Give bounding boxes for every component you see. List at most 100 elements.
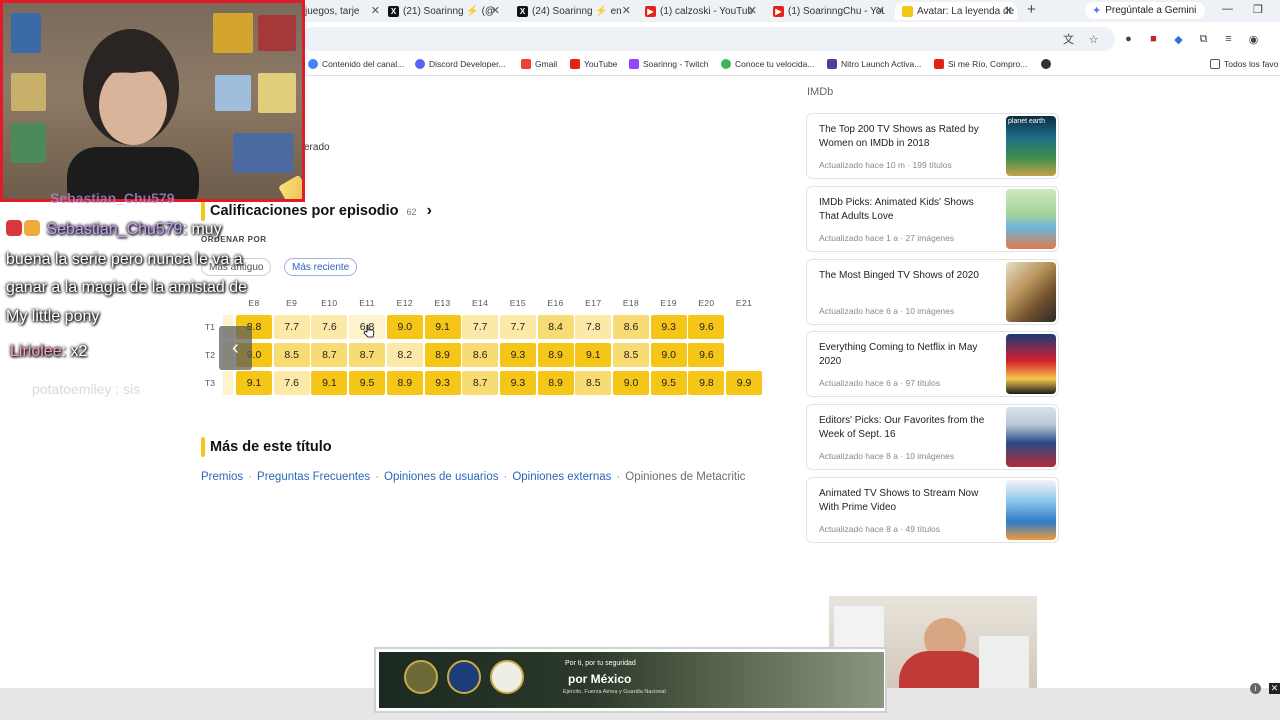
- minimize-window-icon[interactable]: —: [1222, 3, 1233, 15]
- bookmark-discord[interactable]: Discord Developer...: [415, 59, 506, 69]
- link-metacritic[interactable]: Opiniones de Metacritic: [625, 471, 745, 483]
- rating-cell[interactable]: 8.7: [311, 343, 348, 367]
- rating-cell[interactable]: 8.5: [273, 343, 310, 367]
- rating-cell[interactable]: 8.4: [537, 315, 574, 339]
- rating-cell[interactable]: 8.6: [613, 315, 649, 339]
- tab-imdb-avatar[interactable]: Avatar: La leyenda de ✕: [895, 2, 1017, 20]
- rating-cell[interactable]: 8.7: [462, 371, 499, 395]
- list-card[interactable]: Everything Coming to Netflix in May 2020…: [806, 331, 1059, 397]
- rating-cell[interactable]: 9.3: [499, 343, 536, 367]
- close-tab-icon[interactable]: ✕: [622, 4, 631, 17]
- all-bookmarks-folder[interactable]: Todos los favo: [1210, 59, 1278, 69]
- tab-youtube-calzoski[interactable]: ▶ (1) calzoski - YouTub ✕: [645, 2, 757, 20]
- ad-close-icon[interactable]: ✕: [1269, 683, 1280, 694]
- rating-cell[interactable]: 8.2: [386, 343, 423, 367]
- close-tab-icon[interactable]: ✕: [748, 4, 757, 17]
- ad-banner-mexico[interactable]: Por ti, por tu seguridad por México Ejér…: [374, 647, 887, 713]
- rating-cell[interactable]: 9.0: [613, 371, 649, 395]
- bookmark-speedtest[interactable]: Conoce tu velocida...: [721, 59, 814, 69]
- rating-cell[interactable]: 9.3: [499, 371, 536, 395]
- episode-ratings-header[interactable]: Calificaciones por episodio 62 ›: [201, 201, 432, 221]
- list-card[interactable]: Editors' Picks: Our Favorites from the W…: [806, 404, 1059, 470]
- bookmark-contenido[interactable]: Contenido del canal...: [308, 59, 404, 69]
- rating-cell[interactable]: 8.5: [613, 343, 649, 367]
- folder-icon: [1210, 59, 1220, 69]
- list-meta: Actualizado hace 6 a · 97 títulos: [819, 378, 940, 388]
- sidebar-imdb-label: IMDb: [807, 86, 834, 98]
- list-meta: Actualizado hace 8 a · 49 títulos: [819, 524, 940, 534]
- rating-cell[interactable]: 9.6: [688, 343, 725, 367]
- scroll-left-button[interactable]: ‹: [219, 326, 252, 370]
- rating-cell[interactable]: 9.1: [424, 315, 461, 339]
- bookmark-youtube[interactable]: YouTube: [570, 59, 617, 69]
- rating-cell[interactable]: 9.0: [650, 343, 687, 367]
- bookmark-globe[interactable]: [1041, 59, 1055, 69]
- extension-blue-icon[interactable]: ◆: [1172, 33, 1185, 46]
- rating-cell[interactable]: 8.9: [537, 371, 574, 395]
- sort-recent-chip[interactable]: Más reciente: [284, 258, 358, 276]
- rating-cell[interactable]: 9.1: [575, 343, 612, 367]
- rating-cell[interactable]: 8.9: [386, 371, 423, 395]
- list-card[interactable]: The Top 200 TV Shows as Rated by Women o…: [806, 113, 1059, 179]
- rating-cell[interactable]: 9.0: [386, 315, 423, 339]
- bookmark-si-me-rio[interactable]: Si me Río, Compro...: [934, 59, 1027, 69]
- link-faq[interactable]: Preguntas Frecuentes: [257, 471, 370, 483]
- extension-record-icon[interactable]: ●: [1122, 33, 1135, 46]
- rating-cell[interactable]: 9.3: [650, 315, 687, 339]
- close-tab-icon[interactable]: ✕: [876, 4, 885, 17]
- rating-cell[interactable]: 7.7: [499, 315, 536, 339]
- seal-icon: [490, 660, 524, 694]
- tab-juegos[interactable]: juegos, tarje ✕: [305, 2, 380, 20]
- tab-youtube-soarinngchu[interactable]: ▶ (1) SoarinngChu - You ✕: [773, 2, 885, 20]
- list-card[interactable]: IMDb Picks: Animated Kids' Shows That Ad…: [806, 186, 1059, 252]
- rating-cell[interactable]: 8.5: [575, 371, 612, 395]
- rating-cell[interactable]: 9.9: [726, 371, 763, 395]
- close-tab-icon[interactable]: ✕: [1004, 4, 1013, 17]
- ad-info-icon[interactable]: i: [1250, 683, 1261, 694]
- rating-cell[interactable]: 7.6: [273, 371, 310, 395]
- link-user-reviews[interactable]: Opiniones de usuarios: [384, 471, 498, 483]
- bookmark-gmail[interactable]: Gmail: [521, 59, 557, 69]
- list-meta: Actualizado hace 6 a · 10 imágenes: [819, 306, 955, 316]
- rating-cell[interactable]: 8.9: [424, 343, 461, 367]
- media-controls-icon[interactable]: ≡: [1222, 33, 1235, 46]
- url-omnibox[interactable]: [300, 27, 1115, 51]
- rating-cell[interactable]: 8.7: [349, 343, 386, 367]
- extension-red-icon[interactable]: ■: [1147, 33, 1160, 46]
- rating-cell[interactable]: 7.7: [462, 315, 499, 339]
- bookmark-twitch[interactable]: Soarinng - Twitch: [629, 59, 709, 69]
- rating-cell[interactable]: 7.6: [311, 315, 348, 339]
- rating-cell[interactable]: 9.6: [688, 315, 725, 339]
- rating-cell[interactable]: 9.1: [311, 371, 348, 395]
- chevron-right-icon[interactable]: ›: [427, 202, 432, 220]
- new-tab-button[interactable]: +: [1027, 1, 1036, 18]
- rating-cell[interactable]: 7.8: [575, 315, 612, 339]
- rating-cell[interactable]: 9.5: [349, 371, 386, 395]
- bookmark-nitro[interactable]: Nitro Launch Activa...: [827, 59, 921, 69]
- rating-cell[interactable]: 9.1: [236, 371, 272, 395]
- tab-x-soarinng-1[interactable]: X (21) Soarinng ⚡ (@ ✕: [388, 2, 500, 20]
- list-card[interactable]: Animated TV Shows to Stream Now With Pri…: [806, 477, 1059, 543]
- close-tab-icon[interactable]: ✕: [491, 4, 500, 17]
- list-title: The Most Binged TV Shows of 2020: [819, 270, 979, 281]
- restore-window-icon[interactable]: ❐: [1253, 3, 1263, 16]
- gemini-button[interactable]: ✦ Pregúntale a Gemini: [1085, 2, 1206, 19]
- rating-cell[interactable]: 8.6: [462, 343, 499, 367]
- chat-message: Sebastian_Chu579: muy: [6, 216, 222, 244]
- rating-cell[interactable]: 9.8: [688, 371, 725, 395]
- close-tab-icon[interactable]: ✕: [371, 4, 380, 17]
- rating-cell[interactable]: 7.7: [273, 315, 310, 339]
- tab-x-soarinng-2[interactable]: X (24) Soarinng ⚡ en ✕: [517, 2, 631, 20]
- rating-cell[interactable]: 8.9: [537, 343, 574, 367]
- youtube-icon: [934, 59, 944, 69]
- toolbar-icons: ⽂ ☆ ● ■ ◆ ⧉ ≡ ◉: [1062, 31, 1260, 47]
- extensions-puzzle-icon[interactable]: ⧉: [1197, 33, 1210, 46]
- list-card[interactable]: The Most Binged TV Shows of 2020 Actuali…: [806, 259, 1059, 325]
- profile-avatar-icon[interactable]: ◉: [1247, 33, 1260, 46]
- rating-cell[interactable]: 9.3: [424, 371, 461, 395]
- bookmark-star-icon[interactable]: ☆: [1087, 33, 1100, 46]
- translate-icon[interactable]: ⽂: [1062, 33, 1075, 46]
- rating-cell[interactable]: 9.5: [650, 371, 687, 395]
- link-external-reviews[interactable]: Opiniones externas: [512, 471, 611, 483]
- link-premios[interactable]: Premios: [201, 471, 243, 483]
